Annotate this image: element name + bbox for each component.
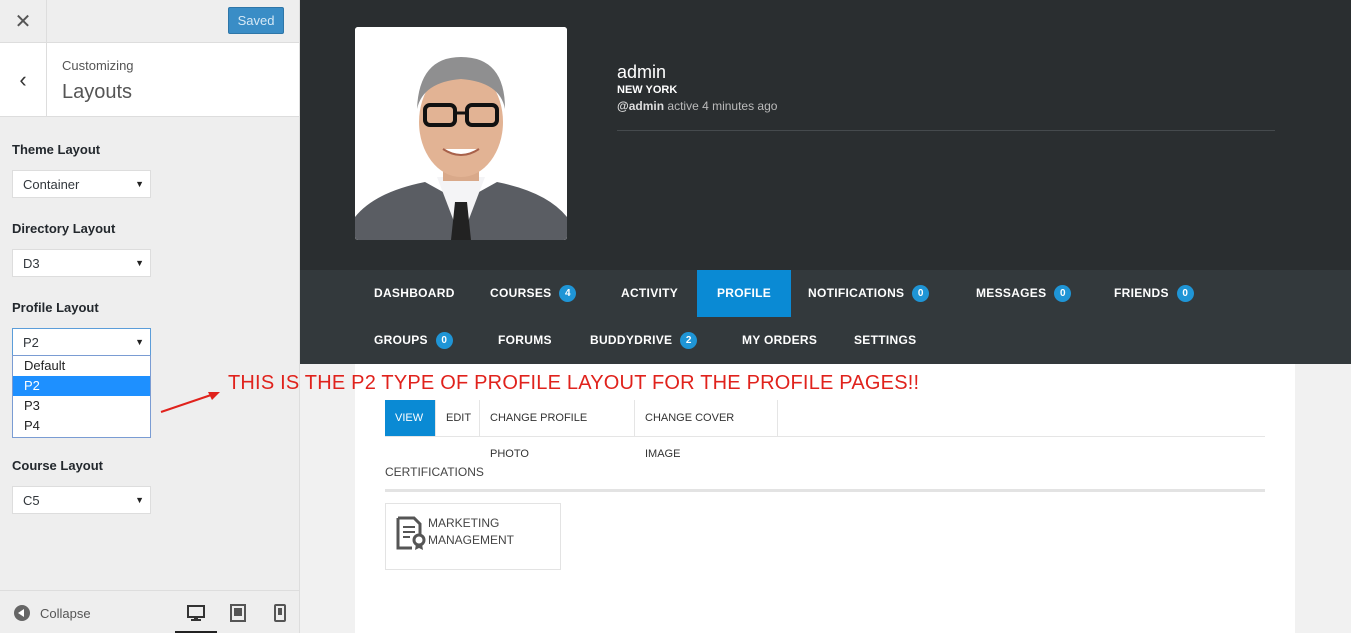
dropdown-option-default[interactable]: Default xyxy=(13,356,150,376)
nav-label: FORUMS xyxy=(498,333,552,347)
avatar[interactable] xyxy=(355,27,567,240)
certification-line-1: MARKETING xyxy=(428,516,500,530)
desktop-preview-icon[interactable] xyxy=(186,603,206,623)
profile-last-active: active 4 minutes ago xyxy=(667,99,778,113)
nav-item-profile[interactable]: PROFILE xyxy=(697,270,792,317)
caret-down-icon: ▼ xyxy=(135,258,144,268)
subtab-view[interactable]: VIEW xyxy=(385,400,436,436)
subtab-change-profile-photo[interactable]: CHANGE PROFILE PHOTO xyxy=(480,400,635,460)
nav-item-activity[interactable]: ACTIVITY xyxy=(601,270,698,317)
nav-item-friends[interactable]: FRIENDS 0 xyxy=(1094,270,1214,317)
nav-item-messages[interactable]: MESSAGES 0 xyxy=(956,270,1091,317)
annotation-arrow-icon xyxy=(160,392,220,413)
course-layout-select[interactable]: C5 ▼ xyxy=(12,486,151,514)
nav-label: DASHBOARD xyxy=(374,286,455,300)
nav-item-groups[interactable]: GROUPS 0 xyxy=(354,317,473,364)
caret-down-icon: ▼ xyxy=(135,495,144,505)
section-subtitle: Customizing xyxy=(62,58,134,73)
profile-layout-label: Profile Layout xyxy=(12,300,99,315)
profile-navbar: DASHBOARD COURSES 4 ACTIVITY PROFILE NOTI… xyxy=(300,270,1351,364)
profile-layout-value: P2 xyxy=(23,335,39,350)
back-button[interactable]: ‹ xyxy=(0,43,47,116)
customizer-sidebar: ✕ Saved ‹ Customizing Layouts Theme Layo… xyxy=(0,0,300,633)
count-badge: 4 xyxy=(559,285,577,302)
nav-label: ACTIVITY xyxy=(621,286,679,300)
avatar-image xyxy=(355,27,567,240)
nav-item-settings[interactable]: SETTINGS xyxy=(834,317,936,364)
site-preview: admin NEW YORK @admin active 4 minutes a… xyxy=(300,0,1351,633)
nav-item-forums[interactable]: FORUMS xyxy=(478,317,572,364)
nav-item-my-orders[interactable]: MY ORDERS xyxy=(722,317,837,364)
nav-label: MY ORDERS xyxy=(742,333,818,347)
caret-down-icon: ▼ xyxy=(135,179,144,189)
certification-card[interactable]: MARKETING MANAGEMENT xyxy=(385,503,561,570)
section-header: ‹ Customizing Layouts xyxy=(0,43,299,117)
subtab-edit[interactable]: EDIT xyxy=(436,400,480,436)
nav-item-buddydrive[interactable]: BUDDYDRIVE 2 xyxy=(570,317,717,364)
profile-content: VIEW EDIT CHANGE PROFILE PHOTO CHANGE CO… xyxy=(355,364,1295,633)
certificate-icon xyxy=(396,516,426,550)
annotation-text: THIS IS THE P2 TYPE OF PROFILE LAYOUT FO… xyxy=(228,372,920,394)
caret-down-icon: ▼ xyxy=(135,337,144,347)
course-layout-value: C5 xyxy=(23,493,40,508)
tablet-preview-icon[interactable] xyxy=(228,603,248,623)
saved-button[interactable]: Saved xyxy=(228,7,284,34)
close-icon: ✕ xyxy=(14,10,32,33)
profile-layout-select[interactable]: P2 ▼ xyxy=(12,328,151,356)
profile-activity: @admin active 4 minutes ago xyxy=(617,99,777,113)
profile-username: admin xyxy=(617,62,667,82)
nav-item-courses[interactable]: COURSES 4 xyxy=(470,270,596,317)
directory-layout-value: D3 xyxy=(23,256,40,271)
divider xyxy=(385,489,1265,492)
profile-cover: admin NEW YORK @admin active 4 minutes a… xyxy=(300,0,1351,270)
theme-layout-value: Container xyxy=(23,177,80,192)
certifications-heading: CERTIFICATIONS xyxy=(385,465,484,479)
count-badge: 0 xyxy=(912,285,930,302)
course-layout-label: Course Layout xyxy=(12,458,104,473)
dropdown-option-p3[interactable]: P3 xyxy=(13,396,150,416)
collapse-icon[interactable] xyxy=(14,605,30,621)
mobile-preview-icon[interactable] xyxy=(270,603,290,623)
divider xyxy=(617,130,1275,131)
nav-label: FRIENDS xyxy=(1114,286,1169,300)
profile-handle: @admin xyxy=(617,99,665,113)
nav-label: SETTINGS xyxy=(854,333,917,347)
profile-location: NEW YORK xyxy=(617,84,678,96)
nav-label: PROFILE xyxy=(717,286,772,300)
collapse-button[interactable]: Collapse xyxy=(40,606,91,621)
count-badge: 0 xyxy=(435,332,453,349)
theme-layout-label: Theme Layout xyxy=(12,142,101,157)
profile-layout-dropdown: Default P2 P3 P4 xyxy=(12,355,151,438)
dropdown-option-p2[interactable]: P2 xyxy=(13,376,150,396)
certification-title: MARKETING MANAGEMENT xyxy=(428,515,514,549)
count-badge: 2 xyxy=(680,332,698,349)
chevron-left-icon: ‹ xyxy=(19,66,27,92)
close-customizer-button[interactable]: ✕ xyxy=(0,0,47,42)
count-badge: 0 xyxy=(1054,285,1072,302)
nav-label: MESSAGES xyxy=(976,286,1047,300)
section-title: Layouts xyxy=(62,81,133,103)
customizer-footer: Collapse xyxy=(0,590,299,633)
nav-item-dashboard[interactable]: DASHBOARD xyxy=(354,270,475,317)
nav-label: BUDDYDRIVE xyxy=(590,333,673,347)
nav-label: NOTIFICATIONS xyxy=(808,286,905,300)
subtab-change-cover-image[interactable]: CHANGE COVER IMAGE xyxy=(635,400,778,460)
certification-line-2: MANAGEMENT xyxy=(428,533,515,547)
directory-layout-label: Directory Layout xyxy=(12,221,116,236)
directory-layout-select[interactable]: D3 ▼ xyxy=(12,249,151,277)
nav-item-notifications[interactable]: NOTIFICATIONS 0 xyxy=(788,270,949,317)
nav-label: GROUPS xyxy=(374,333,428,347)
dropdown-option-p4[interactable]: P4 xyxy=(13,416,150,436)
nav-label: COURSES xyxy=(490,286,552,300)
profile-subnav: VIEW EDIT CHANGE PROFILE PHOTO CHANGE CO… xyxy=(385,400,1265,460)
theme-layout-select[interactable]: Container ▼ xyxy=(12,170,151,198)
count-badge: 0 xyxy=(1176,285,1194,302)
customizer-header: ✕ Saved xyxy=(0,0,299,43)
